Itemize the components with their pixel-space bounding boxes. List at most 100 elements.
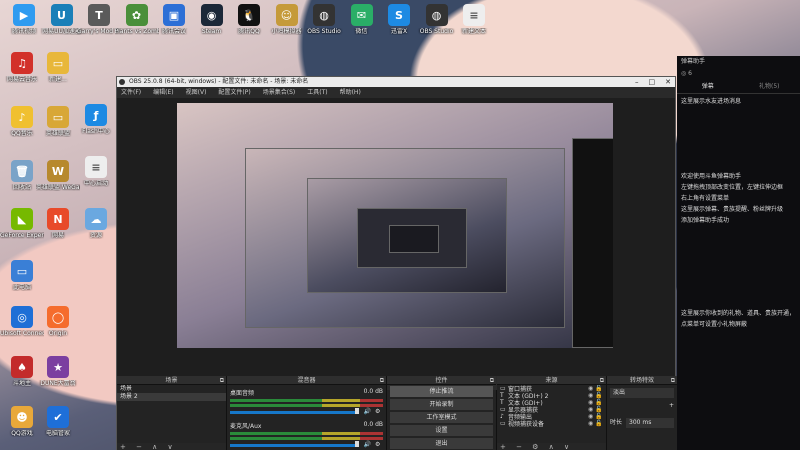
desktop-shortcut[interactable]: ◣ GeForce Experience: [0, 208, 44, 239]
menu-help[interactable]: 帮助(H): [340, 87, 361, 98]
popout-icon[interactable]: ⧉: [380, 376, 384, 385]
obs-icon: ◍: [425, 4, 448, 26]
desktop-shortcut[interactable]: ♪ QQ音乐: [0, 106, 44, 137]
visibility-lock-icons[interactable]: ◉ 🔓: [588, 413, 606, 420]
popout-icon[interactable]: ⧉: [220, 376, 224, 385]
sources-toolbar[interactable]: + − ⚙ ∧ ∨: [497, 443, 606, 450]
maximize-icon[interactable]: □: [649, 77, 656, 87]
tab-danmu[interactable]: 弹幕: [677, 80, 739, 93]
popout-icon[interactable]: ⧉: [671, 376, 675, 385]
display-capture-icon: ▭: [500, 406, 506, 413]
menu-edit[interactable]: 编辑(E): [153, 87, 173, 98]
popout-icon[interactable]: ⧉: [490, 376, 494, 385]
cloud-icon: ☁: [85, 208, 107, 230]
channel-db: 0.0 dB: [363, 421, 383, 428]
danmu-viewer-count: ◎ 6: [681, 70, 692, 77]
gift-note: 这里展示你收到的礼物、道具、贵族开通，点菜单可设置小礼物屏蔽: [681, 310, 796, 328]
shortcut-label: QQ游戏: [11, 430, 33, 437]
this-pc-icon: ▭: [11, 260, 33, 282]
channel-db: 0.0 dB: [363, 388, 383, 395]
minimize-icon[interactable]: –: [635, 77, 639, 87]
visibility-lock-icons[interactable]: ◉ 🔓: [588, 385, 606, 392]
visibility-lock-icons[interactable]: ◉ 🔓: [588, 399, 606, 406]
settings-button[interactable]: 设置: [390, 425, 493, 436]
close-icon[interactable]: ✕: [665, 77, 671, 87]
desktop-shortcut[interactable]: ♠ 斗地主: [0, 356, 44, 387]
obs-preview-canvas[interactable]: [177, 103, 613, 348]
scene-item[interactable]: 场景 2: [117, 393, 226, 401]
menu-view[interactable]: 视图(V): [186, 87, 207, 98]
audio-output-icon: ♪: [500, 413, 504, 420]
exit-button[interactable]: 退出: [390, 438, 493, 449]
desktop-shortcut[interactable]: ☁ 资源: [74, 208, 118, 239]
desktop-shortcut[interactable]: ≡ 中心启动: [74, 156, 118, 187]
source-item[interactable]: ▭ 视频捕获设备 ◉ 🔓: [497, 420, 606, 428]
volume-slider[interactable]: [230, 443, 356, 447]
scene-item[interactable]: 场景: [117, 385, 226, 393]
speaker-icon[interactable]: 🔊: [363, 441, 370, 448]
welcome-line: 右上角有设置菜单: [681, 195, 730, 202]
volume-meter: [230, 432, 383, 435]
nested-preview-4: [389, 225, 439, 253]
ubisoft-icon: ◎: [11, 306, 33, 328]
visibility-lock-icons[interactable]: ◉ 🔓: [588, 420, 606, 427]
obs-logo-icon: [119, 79, 125, 85]
gear-icon[interactable]: ⚙: [375, 408, 380, 415]
shortcut-label: GeForce Experience: [0, 232, 44, 239]
shortcut-label: Flash中心: [82, 128, 110, 135]
obs-docks: 场景 ⧉ 场景 场景 2 + − ∧ ∨ 混音器 ⧉ 桌面音频 0.0 dB 🔊 ⚙ 麦…: [117, 376, 677, 450]
transitions-dock-title: 转场特效: [629, 377, 654, 384]
welcome-line: 添加弹幕助手成功: [681, 217, 730, 224]
sources-dock: 来源 ⧉ ▭ 窗口捕获 ◉ 🔓 T 文本 (GDI+) 2 ◉ 🔓 T 文本 (GDI+) ◉…: [497, 376, 607, 450]
flash-icon: ƒ: [85, 104, 107, 126]
desktop-shortcut[interactable]: ♫ 网易云音乐: [0, 52, 44, 83]
welcome-line: 左键拖拽顶部改变位置，左键拉伸边框: [681, 184, 784, 191]
obs-titlebar[interactable]: OBS 25.0.8 (64-bit, windows) - 配置文件: 未命名…: [117, 77, 675, 87]
studio-mode-button[interactable]: 工作室模式: [390, 412, 493, 423]
desktop-wallpaper: ☁ 资源 ≡ 中心启动 ƒ Flash中心 ✔ 电脑管家 ☻ QQ游戏 ★ DUNE大富翁 ♠ 斗地主 ◯ O…: [0, 0, 800, 450]
menu-scene-collection[interactable]: 场景集合(S): [263, 87, 296, 98]
transition-add-remove[interactable]: +: [610, 401, 674, 410]
scenes-toolbar[interactable]: + − ∧ ∨: [117, 443, 226, 450]
obs-window-title: OBS 25.0.8 (64-bit, windows) - 配置文件: 未命名…: [129, 78, 309, 85]
speaker-icon[interactable]: 🔊: [363, 408, 370, 415]
desktop-shortcut[interactable]: ☻ QQ游戏: [0, 406, 44, 437]
visibility-lock-icons[interactable]: ◉ 🔓: [588, 392, 606, 399]
shortcut-label: 回收站: [12, 184, 31, 191]
channel-name: 桌面音频: [230, 390, 255, 397]
desktop-shortcut[interactable]: ◎ Ubisoft Connect: [0, 306, 44, 337]
desktop-shortcut[interactable]: ▭ 此电脑: [0, 260, 44, 291]
menu-tools[interactable]: 工具(T): [307, 87, 327, 98]
desktop-shortcut[interactable]: ≡ 新建文本: [452, 4, 496, 35]
danmu-tabs: 弹幕 礼物(5): [677, 80, 800, 94]
stop-stream-button[interactable]: 停止推流: [390, 386, 493, 397]
shortcut-label: Ubisoft Connect: [0, 330, 44, 337]
menu-file[interactable]: 文件(F): [121, 87, 141, 98]
desktop-shortcut[interactable]: 🗑 回收站: [0, 160, 44, 191]
geforce-icon: ◣: [11, 208, 33, 230]
transition-select[interactable]: 淡出: [610, 388, 674, 398]
window-capture-icon: ▭: [500, 385, 506, 392]
pc-manager-icon: ✔: [47, 406, 69, 428]
garrys-mod-icon: T: [88, 4, 110, 26]
slider-handle[interactable]: [355, 408, 360, 414]
nested-danmu-panel: [572, 138, 613, 348]
desktop-shortcut[interactable]: ƒ Flash中心: [74, 104, 118, 135]
start-record-button[interactable]: 开始录制: [390, 399, 493, 410]
duration-input[interactable]: 300 ms: [626, 418, 674, 428]
gear-icon[interactable]: ⚙: [375, 441, 380, 448]
text-icon: T: [500, 399, 504, 406]
visibility-lock-icons[interactable]: ◉ 🔓: [588, 406, 606, 413]
tab-gifts[interactable]: 礼物(5): [739, 80, 800, 93]
popout-icon[interactable]: ⧉: [600, 376, 604, 385]
tencent-video-icon: ▶: [13, 4, 35, 26]
duration-label: 时长: [610, 419, 623, 426]
wechat-icon: ✉: [350, 4, 373, 26]
mixer-dock-title: 混音器: [297, 377, 316, 384]
welcome-line: 欢迎使用斗鱼弹幕助手: [681, 173, 742, 180]
volume-slider[interactable]: [230, 410, 356, 414]
slider-handle[interactable]: [355, 441, 360, 447]
shortcut-label: 中心启动: [83, 180, 108, 187]
menu-profile[interactable]: 配置文件(P): [218, 87, 250, 98]
text-icon: T: [500, 392, 504, 399]
